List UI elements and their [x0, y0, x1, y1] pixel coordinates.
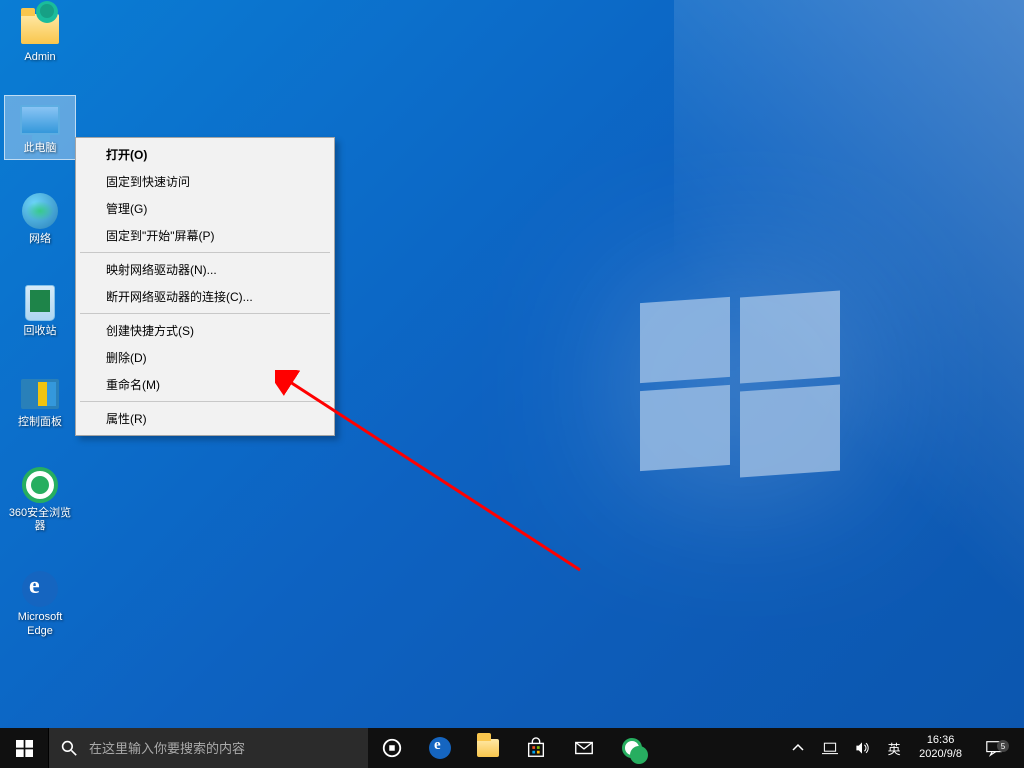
tray-ime[interactable]: 英 [879, 739, 909, 758]
network-icon [822, 740, 838, 756]
clock-date: 2020/9/8 [919, 748, 962, 762]
desktop-icon-admin[interactable]: Admin [4, 4, 76, 69]
ctx-create-shortcut[interactable]: 创建快捷方式(S) [78, 317, 332, 344]
task-view-button[interactable] [368, 728, 416, 768]
tray-clock[interactable]: 16:36 2020/9/8 [911, 734, 970, 762]
ctx-open[interactable]: 打开(O) [78, 141, 332, 168]
desktop-icon-this-pc[interactable]: 此电脑 [4, 95, 76, 160]
control-panel-icon [20, 374, 60, 414]
network-globe-icon [20, 191, 60, 231]
desktop-icon-network[interactable]: 网络 [4, 186, 76, 251]
icon-label: 网络 [29, 233, 51, 246]
ctx-map-network-drive[interactable]: 映射网络驱动器(N)... [78, 256, 332, 283]
tray-network[interactable] [815, 740, 845, 756]
ctx-separator [80, 313, 330, 314]
ctx-separator [80, 252, 330, 253]
tray-action-center[interactable]: 5 [972, 739, 1016, 757]
taskbar-mail[interactable] [560, 728, 608, 768]
icon-label: 控制面板 [18, 416, 62, 429]
store-icon [525, 737, 547, 759]
ctx-delete[interactable]: 删除(D) [78, 344, 332, 371]
icon-label: Microsoft Edge [7, 611, 73, 637]
task-view-icon [381, 737, 403, 759]
taskbar-search[interactable] [48, 728, 368, 768]
icon-label: 此电脑 [24, 142, 57, 155]
ctx-pin-quick-access[interactable]: 固定到快速访问 [78, 168, 332, 195]
icon-label: Admin [24, 51, 55, 64]
360-browser-icon [20, 465, 60, 505]
taskbar-store[interactable] [512, 728, 560, 768]
ctx-manage[interactable]: 管理(G) [78, 195, 332, 222]
mail-icon [573, 737, 595, 759]
desktop-icon-edge[interactable]: e Microsoft Edge [4, 564, 76, 642]
search-icon [49, 740, 89, 756]
360-browser-icon [622, 738, 642, 758]
folder-user-icon [20, 9, 60, 49]
edge-icon: e [20, 569, 60, 609]
start-button[interactable] [0, 728, 48, 768]
clock-time: 16:36 [927, 734, 955, 748]
annotation-arrow [275, 370, 595, 580]
icon-label: 回收站 [24, 325, 57, 338]
taskbar-edge[interactable]: e [416, 728, 464, 768]
icon-label: 360安全浏览器 [7, 507, 73, 533]
notification-badge: 5 [997, 740, 1009, 752]
desktop-icon-360-browser[interactable]: 360安全浏览器 [4, 460, 76, 538]
folder-icon [477, 739, 499, 757]
taskbar: e 英 16:36 2020/9/8 5 [0, 728, 1024, 768]
ctx-pin-start[interactable]: 固定到"开始"屏幕(P) [78, 222, 332, 249]
tray-volume[interactable] [847, 740, 877, 756]
chevron-up-icon [792, 742, 804, 754]
taskbar-360-browser[interactable] [608, 728, 656, 768]
system-tray: 英 16:36 2020/9/8 5 [783, 728, 1024, 768]
ctx-disconnect-network-drive[interactable]: 断开网络驱动器的连接(C)... [78, 283, 332, 310]
search-input[interactable] [89, 728, 368, 768]
desktop-icon-recycle-bin[interactable]: 回收站 [4, 278, 76, 343]
tray-chevron-up[interactable] [783, 742, 813, 754]
recycle-bin-icon [20, 283, 60, 323]
computer-icon [20, 100, 60, 140]
edge-icon: e [429, 737, 451, 759]
taskbar-file-explorer[interactable] [464, 728, 512, 768]
desktop-icon-control-panel[interactable]: 控制面板 [4, 369, 76, 434]
volume-icon [854, 740, 870, 756]
windows-logo-icon [16, 740, 33, 757]
